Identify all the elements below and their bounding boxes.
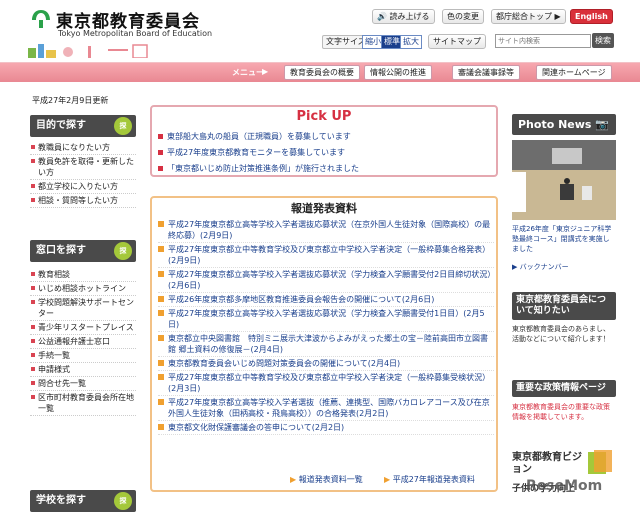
policy-heading[interactable]: 重要な政策情報ページ bbox=[512, 380, 616, 397]
camera-icon: 📷 bbox=[595, 118, 610, 131]
photo-news-caption[interactable]: 平成26年度「東京ジュニア科学塾最終コース」閉講式を実施しました bbox=[512, 224, 616, 254]
menu-item-minutes[interactable]: 審議会議事録等 bbox=[452, 65, 520, 80]
menu-arrow-icon: ▶ bbox=[262, 67, 269, 76]
sidebar-item-forms[interactable]: 申請様式 bbox=[30, 363, 136, 377]
menu-label: メニュー bbox=[232, 68, 264, 77]
press-release-item[interactable]: 平成27年度東京都立高等学校入学者選抜応募状況（学力検査入学願書受付2日目締切状… bbox=[158, 268, 494, 293]
search-input[interactable] bbox=[495, 34, 591, 48]
sidebar-item-edu-consult[interactable]: 教育相談 bbox=[30, 268, 136, 282]
policy-text: 東京都教育委員会の重要な政策情報を掲載しています。 bbox=[512, 403, 610, 421]
pickup-item[interactable]: 「東京都いじめ防止対策推進条例」が施行されました bbox=[158, 163, 359, 174]
sidebar-list-counter: 教育相談 いじめ相談ホットライン 学校問題解決サポートセンター 青少年リスタート… bbox=[30, 268, 136, 416]
arrow-icon: ▶ bbox=[554, 12, 561, 21]
press-release-item[interactable]: 平成27年度東京都立高等学校入学者選抜応募状況（在京外国人生徒対象（国際高校）の… bbox=[158, 218, 494, 243]
press-release-item[interactable]: 平成26年度東京都多摩地区教育推進委員会報告会の開催について(2月6日) bbox=[158, 293, 494, 307]
leaf-icon: 探 bbox=[114, 492, 132, 510]
about-heading[interactable]: 東京都教育委員会について知りたい bbox=[512, 292, 616, 320]
menu-item-disclosure[interactable]: 情報公開の推進 bbox=[364, 65, 432, 80]
press-release-item[interactable]: 平成27年度東京都立高等学校入学者選抜（推薦、連携型、国際バカロレアコース及び在… bbox=[158, 396, 494, 421]
read-aloud-button[interactable]: 🔊 読み上げる bbox=[372, 9, 435, 24]
pickup-item[interactable]: 平成27年度東京都教育モニターを募集しています bbox=[158, 147, 345, 158]
photo-backnumber-link[interactable]: ▶ バックナンバー bbox=[512, 262, 616, 272]
font-large-button[interactable]: 拡大 bbox=[400, 35, 422, 49]
press-release-title: 報道発表資料 bbox=[291, 202, 357, 215]
sidebar-item-restart-place[interactable]: 青少年リスタートプレイス bbox=[30, 321, 136, 335]
sidebar-heading-counter: 窓口を探す 探 bbox=[30, 240, 136, 262]
press-release-list: 平成27年度東京都立高等学校入学者選抜応募状況（在京外国人生徒対象（国際高校）の… bbox=[158, 218, 494, 435]
square-bullet-icon bbox=[158, 166, 163, 171]
about-text: 東京都教育委員会のあらまし、活動などについて紹介します！ bbox=[512, 325, 610, 343]
sidebar-list-purpose: 教職員になりたい方 教員免許を取得・更新したい方 都立学校に入りたい方 相談・質… bbox=[30, 141, 136, 208]
sidebar-item-contacts[interactable]: 問合せ先一覧 bbox=[30, 377, 136, 391]
press-release-item[interactable]: 東京都文化財保護審議会の答申について(2月2日) bbox=[158, 421, 494, 435]
sidebar-item-license[interactable]: 教員免許を取得・更新したい方 bbox=[30, 155, 136, 180]
sidebar-item-consult[interactable]: 相談・質問等したい方 bbox=[30, 194, 136, 208]
sidebar-item-support-center[interactable]: 学校問題解決サポートセンター bbox=[30, 296, 136, 321]
menu-item-overview[interactable]: 教育委員会の概要 bbox=[284, 65, 360, 80]
arrow-icon: ▶ bbox=[290, 475, 297, 484]
sidebar-heading-purpose: 目的で探す 探 bbox=[30, 115, 136, 137]
photo-news-image[interactable] bbox=[512, 140, 616, 220]
arrow-icon: ▶ bbox=[512, 263, 518, 271]
sidebar-heading-school: 学校を探す 探 bbox=[30, 490, 136, 512]
english-button[interactable]: English bbox=[570, 9, 613, 24]
tokyo-logo-icon[interactable] bbox=[30, 8, 52, 30]
press-release-item[interactable]: 平成27年度東京都立中等教育学校及び東京都立中学校入学者決定（一般枠募集合格発表… bbox=[158, 243, 494, 268]
sidebar-item-municipal-boards[interactable]: 区市町村教育委員会所在地一覧 bbox=[30, 391, 136, 416]
press-release-year-link[interactable]: ▶ 平成27年報道発表資料 bbox=[384, 474, 475, 485]
site-header: 東京都教育委員会 Tokyo Metropolitan Board of Edu… bbox=[0, 0, 640, 62]
photo-news-heading[interactable]: Photo News 📷 bbox=[512, 114, 616, 135]
office-top-button[interactable]: 都庁総合トップ ▶ bbox=[491, 9, 566, 24]
square-bullet-icon bbox=[158, 150, 163, 155]
press-release-panel: 報道発表資料 平成27年度東京都立高等学校入学者選抜応募状況（在京外国人生徒対象… bbox=[150, 196, 498, 492]
vision-title[interactable]: 東京都教育ビジョン bbox=[512, 452, 582, 476]
square-bullet-icon bbox=[158, 134, 163, 139]
header-decoration-icon bbox=[28, 44, 148, 58]
update-date: 平成27年2月9日更新 bbox=[32, 96, 109, 105]
pickup-title: Pick UP bbox=[296, 109, 352, 124]
pickup-panel: Pick UP 東部船大島丸の船員（正規職員）を募集しています 平成27年度東京… bbox=[150, 105, 498, 177]
sitemap-button[interactable]: サイトマップ bbox=[428, 34, 486, 49]
ceremony-photo-icon bbox=[512, 140, 616, 220]
press-release-list-link[interactable]: ▶ 報道発表資料一覧 bbox=[290, 474, 363, 485]
sidebar-item-whistleblow[interactable]: 公益通報弁護士窓口 bbox=[30, 335, 136, 349]
sidebar-item-school-entry[interactable]: 都立学校に入りたい方 bbox=[30, 180, 136, 194]
sidebar-item-procedures[interactable]: 手続一覧 bbox=[30, 349, 136, 363]
sidebar-item-teacher[interactable]: 教職員になりたい方 bbox=[30, 141, 136, 155]
press-release-item[interactable]: 平成27年度東京都立高等学校入学者選抜応募状況（学力検査入学願書受付1日目）(2… bbox=[158, 307, 494, 332]
arrow-icon: ▶ bbox=[384, 475, 391, 484]
press-release-item[interactable]: 東京都立中央図書館 特別ミニ展示大津波からよみがえった郷土の宝－陸前高田市立図書… bbox=[158, 332, 494, 357]
leaf-icon: 探 bbox=[114, 242, 132, 260]
press-release-item[interactable]: 平成27年度東京都立中等教育学校及び東京都立中学校入学者決定（一般枠募集受検状況… bbox=[158, 371, 494, 396]
search-button[interactable]: 検索 bbox=[592, 33, 614, 48]
press-release-item[interactable]: 東京都教育委員会いじめ問題対策委員会の開催について(2月4日) bbox=[158, 357, 494, 371]
site-subtitle: Tokyo Metropolitan Board of Education bbox=[58, 29, 213, 38]
color-change-button[interactable]: 色の変更 bbox=[442, 9, 484, 24]
watermark-logo: ReseMom bbox=[526, 478, 603, 494]
pickup-item[interactable]: 東部船大島丸の船員（正規職員）を募集しています bbox=[158, 131, 351, 142]
main-menu-bar: メニュー ▶ 教育委員会の概要 情報公開の推進 審議会議事録等 関連ホームページ bbox=[0, 62, 640, 82]
sidebar-item-bullying-hotline[interactable]: いじめ相談ホットライン bbox=[30, 282, 136, 296]
speaker-icon: 🔊 bbox=[377, 12, 387, 21]
leaf-icon: 探 bbox=[114, 117, 132, 135]
menu-item-links[interactable]: 関連ホームページ bbox=[536, 65, 612, 80]
vision-illustration-icon bbox=[588, 450, 612, 474]
